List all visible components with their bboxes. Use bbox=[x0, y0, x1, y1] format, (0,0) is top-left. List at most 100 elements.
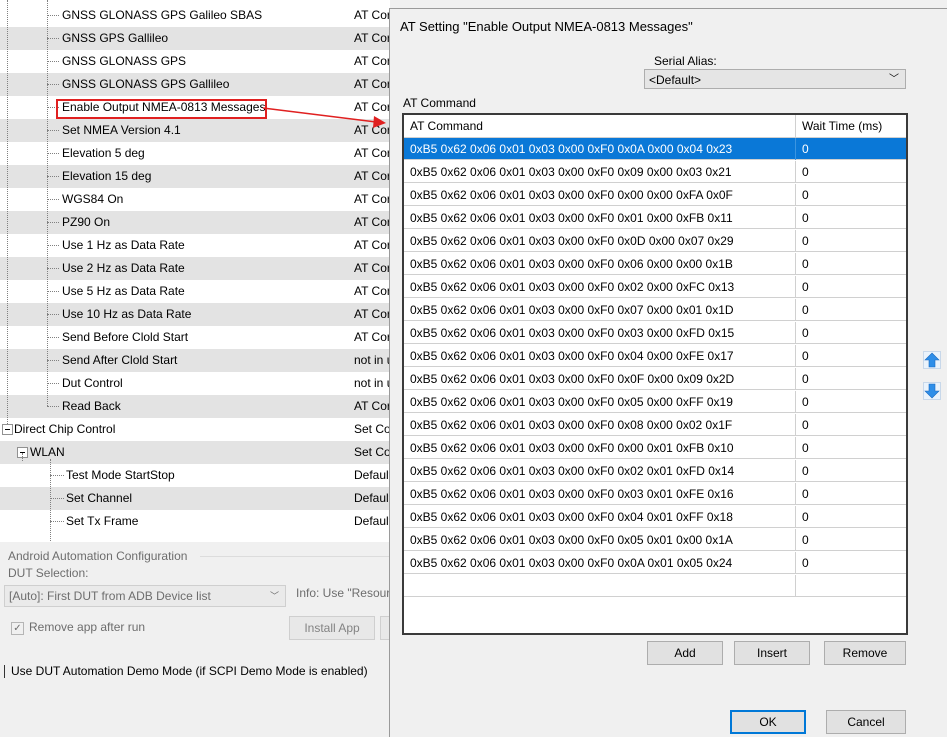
at-command-cell[interactable]: 0xB5 0x62 0x06 0x01 0x03 0x00 0xF0 0x08 … bbox=[404, 414, 796, 436]
table-row[interactable]: 0xB5 0x62 0x06 0x01 0x03 0x00 0xF0 0x0D … bbox=[404, 230, 906, 252]
dut-selection-combo[interactable]: [Auto]: First DUT from ADB Device list ﹀ bbox=[4, 585, 286, 607]
at-command-cell[interactable]: 0xB5 0x62 0x06 0x01 0x03 0x00 0xF0 0x02 … bbox=[404, 460, 796, 482]
table-row[interactable]: 0xB5 0x62 0x06 0x01 0x03 0x00 0xF0 0x07 … bbox=[404, 299, 906, 321]
tree-row[interactable]: PZ90 On AT Cor bbox=[0, 211, 390, 234]
table-row[interactable]: 0xB5 0x62 0x06 0x01 0x03 0x00 0xF0 0x09 … bbox=[404, 161, 906, 183]
tree-row[interactable]: Read Back AT Cor bbox=[0, 395, 390, 418]
tree-row[interactable]: WLAN Set Co bbox=[0, 441, 390, 464]
demo-mode-checkbox[interactable]: Use DUT Automation Demo Mode (if SCPI De… bbox=[0, 664, 368, 679]
wait-time-cell[interactable]: 0 bbox=[796, 368, 906, 390]
ok-button[interactable]: OK bbox=[730, 710, 806, 734]
wait-time-cell[interactable]: 0 bbox=[796, 161, 906, 183]
wait-time-cell[interactable]: 0 bbox=[796, 322, 906, 344]
table-row[interactable] bbox=[404, 575, 906, 597]
tree-row[interactable]: Use 5 Hz as Data Rate AT Cor bbox=[0, 280, 390, 303]
wait-time-cell[interactable]: 0 bbox=[796, 230, 906, 252]
tree-row[interactable]: Send Before Clold Start AT Cor bbox=[0, 326, 390, 349]
remove-app-checkbox[interactable]: ✓ Remove app after run bbox=[11, 620, 145, 635]
at-command-cell[interactable]: 0xB5 0x62 0x06 0x01 0x03 0x00 0xF0 0x01 … bbox=[404, 207, 796, 229]
table-row[interactable]: 0xB5 0x62 0x06 0x01 0x03 0x00 0xF0 0x06 … bbox=[404, 253, 906, 275]
wait-time-cell[interactable]: 0 bbox=[796, 184, 906, 206]
at-command-cell[interactable]: 0xB5 0x62 0x06 0x01 0x03 0x00 0xF0 0x0D … bbox=[404, 230, 796, 252]
collapse-icon[interactable] bbox=[2, 424, 13, 435]
insert-button[interactable]: Insert bbox=[734, 641, 810, 665]
wait-time-cell[interactable]: 0 bbox=[796, 506, 906, 528]
tree-row[interactable]: Elevation 5 deg AT Cor bbox=[0, 142, 390, 165]
wait-time-cell[interactable]: 0 bbox=[796, 299, 906, 321]
at-command-grid[interactable]: AT Command Wait Time (ms) 0xB5 0x62 0x06… bbox=[402, 113, 908, 635]
tree-row[interactable]: GNSS GLONASS GPS Gallileo AT Cor bbox=[0, 73, 390, 96]
table-row[interactable]: 0xB5 0x62 0x06 0x01 0x03 0x00 0xF0 0x08 … bbox=[404, 414, 906, 436]
tree-row[interactable]: Elevation 15 deg AT Cor bbox=[0, 165, 390, 188]
table-row[interactable]: 0xB5 0x62 0x06 0x01 0x03 0x00 0xF0 0x05 … bbox=[404, 391, 906, 413]
wait-time-cell[interactable]: 0 bbox=[796, 483, 906, 505]
at-command-cell[interactable]: 0xB5 0x62 0x06 0x01 0x03 0x00 0xF0 0x04 … bbox=[404, 345, 796, 367]
tree-row[interactable]: WGS84 On AT Cor bbox=[0, 188, 390, 211]
at-command-cell[interactable]: 0xB5 0x62 0x06 0x01 0x03 0x00 0xF0 0x03 … bbox=[404, 483, 796, 505]
table-row[interactable]: 0xB5 0x62 0x06 0x01 0x03 0x00 0xF0 0x02 … bbox=[404, 276, 906, 298]
column-header-at-command[interactable]: AT Command bbox=[404, 115, 796, 137]
wait-time-cell[interactable]: 0 bbox=[796, 460, 906, 482]
wait-time-cell[interactable]: 0 bbox=[796, 391, 906, 413]
at-command-cell[interactable]: 0xB5 0x62 0x06 0x01 0x03 0x00 0xF0 0x00 … bbox=[404, 184, 796, 206]
table-row[interactable]: 0xB5 0x62 0x06 0x01 0x03 0x00 0xF0 0x03 … bbox=[404, 322, 906, 344]
move-up-icon[interactable] bbox=[923, 351, 941, 369]
table-row[interactable]: 0xB5 0x62 0x06 0x01 0x03 0x00 0xF0 0x01 … bbox=[404, 207, 906, 229]
at-command-cell[interactable]: 0xB5 0x62 0x06 0x01 0x03 0x00 0xF0 0x02 … bbox=[404, 276, 796, 298]
tree-row[interactable]: Test Mode StartStop Default bbox=[0, 464, 390, 487]
move-down-icon[interactable] bbox=[923, 382, 941, 400]
tree-row[interactable]: GNSS GPS Gallileo AT Cor bbox=[0, 27, 390, 50]
wait-time-cell[interactable]: 0 bbox=[796, 437, 906, 459]
at-command-cell[interactable]: 0xB5 0x62 0x06 0x01 0x03 0x00 0xF0 0x07 … bbox=[404, 299, 796, 321]
tree-item-label: Read Back bbox=[62, 399, 121, 413]
tree-row[interactable]: Use 10 Hz as Data Rate AT Cor bbox=[0, 303, 390, 326]
wait-time-cell[interactable]: 0 bbox=[796, 253, 906, 275]
wait-time-cell[interactable]: 0 bbox=[796, 345, 906, 367]
at-command-cell[interactable]: 0xB5 0x62 0x06 0x01 0x03 0x00 0xF0 0x00 … bbox=[404, 437, 796, 459]
at-command-cell[interactable]: 0xB5 0x62 0x06 0x01 0x03 0x00 0xF0 0x04 … bbox=[404, 506, 796, 528]
tree-row[interactable]: GNSS GLONASS GPS AT Cor bbox=[0, 50, 390, 73]
table-row[interactable]: 0xB5 0x62 0x06 0x01 0x03 0x00 0xF0 0x0A … bbox=[404, 552, 906, 574]
tree-row[interactable]: GNSS GLONASS GPS Galileo SBAS AT Cor bbox=[0, 4, 390, 27]
at-command-cell[interactable]: 0xB5 0x62 0x06 0x01 0x03 0x00 0xF0 0x09 … bbox=[404, 161, 796, 183]
tree-row[interactable]: Set Tx Frame Default bbox=[0, 510, 390, 533]
serial-alias-combo[interactable]: <Default> ﹀ bbox=[644, 69, 906, 89]
at-command-cell[interactable]: 0xB5 0x62 0x06 0x01 0x03 0x00 0xF0 0x0F … bbox=[404, 368, 796, 390]
tree-view[interactable]: GNSS GLONASS GPS Galileo SBAS AT Cor GNSS … bbox=[0, 0, 390, 542]
tree-item-value: AT Cor bbox=[354, 54, 390, 68]
table-row[interactable]: 0xB5 0x62 0x06 0x01 0x03 0x00 0xF0 0x00 … bbox=[404, 184, 906, 206]
wait-time-cell[interactable] bbox=[796, 575, 906, 597]
tree-row[interactable]: Use 1 Hz as Data Rate AT Cor bbox=[0, 234, 390, 257]
wait-time-cell[interactable]: 0 bbox=[796, 552, 906, 574]
wait-time-cell[interactable]: 0 bbox=[796, 207, 906, 229]
wait-time-cell[interactable]: 0 bbox=[796, 276, 906, 298]
table-row[interactable]: 0xB5 0x62 0x06 0x01 0x03 0x00 0xF0 0x04 … bbox=[404, 506, 906, 528]
table-row[interactable]: 0xB5 0x62 0x06 0x01 0x03 0x00 0xF0 0x0F … bbox=[404, 368, 906, 390]
at-command-cell[interactable]: 0xB5 0x62 0x06 0x01 0x03 0x00 0xF0 0x06 … bbox=[404, 253, 796, 275]
install-app-button[interactable]: Install App bbox=[289, 616, 375, 640]
at-command-cell[interactable]: 0xB5 0x62 0x06 0x01 0x03 0x00 0xF0 0x05 … bbox=[404, 529, 796, 551]
at-command-cell[interactable]: 0xB5 0x62 0x06 0x01 0x03 0x00 0xF0 0x03 … bbox=[404, 322, 796, 344]
at-command-cell[interactable]: 0xB5 0x62 0x06 0x01 0x03 0x00 0xF0 0x0A … bbox=[404, 138, 796, 160]
at-command-cell[interactable] bbox=[404, 575, 796, 597]
wait-time-cell[interactable]: 0 bbox=[796, 529, 906, 551]
column-header-wait-time[interactable]: Wait Time (ms) bbox=[796, 115, 906, 137]
table-row[interactable]: 0xB5 0x62 0x06 0x01 0x03 0x00 0xF0 0x0A … bbox=[404, 138, 906, 160]
table-row[interactable]: 0xB5 0x62 0x06 0x01 0x03 0x00 0xF0 0x00 … bbox=[404, 437, 906, 459]
table-row[interactable]: 0xB5 0x62 0x06 0x01 0x03 0x00 0xF0 0x02 … bbox=[404, 460, 906, 482]
table-row[interactable]: 0xB5 0x62 0x06 0x01 0x03 0x00 0xF0 0x03 … bbox=[404, 483, 906, 505]
wait-time-cell[interactable]: 0 bbox=[796, 138, 906, 160]
table-row[interactable]: 0xB5 0x62 0x06 0x01 0x03 0x00 0xF0 0x04 … bbox=[404, 345, 906, 367]
wait-time-cell[interactable]: 0 bbox=[796, 414, 906, 436]
add-button[interactable]: Add bbox=[647, 641, 723, 665]
tree-row[interactable]: Direct Chip Control Set Co bbox=[0, 418, 390, 441]
remove-button[interactable]: Remove bbox=[824, 641, 906, 665]
cancel-button[interactable]: Cancel bbox=[826, 710, 906, 734]
at-command-cell[interactable]: 0xB5 0x62 0x06 0x01 0x03 0x00 0xF0 0x0A … bbox=[404, 552, 796, 574]
tree-row[interactable]: Use 2 Hz as Data Rate AT Cor bbox=[0, 257, 390, 280]
table-row[interactable]: 0xB5 0x62 0x06 0x01 0x03 0x00 0xF0 0x05 … bbox=[404, 529, 906, 551]
tree-row[interactable]: Dut Control not in u bbox=[0, 372, 390, 395]
tree-row[interactable]: Set Channel Default bbox=[0, 487, 390, 510]
tree-row[interactable]: Send After Clold Start not in u bbox=[0, 349, 390, 372]
at-command-cell[interactable]: 0xB5 0x62 0x06 0x01 0x03 0x00 0xF0 0x05 … bbox=[404, 391, 796, 413]
